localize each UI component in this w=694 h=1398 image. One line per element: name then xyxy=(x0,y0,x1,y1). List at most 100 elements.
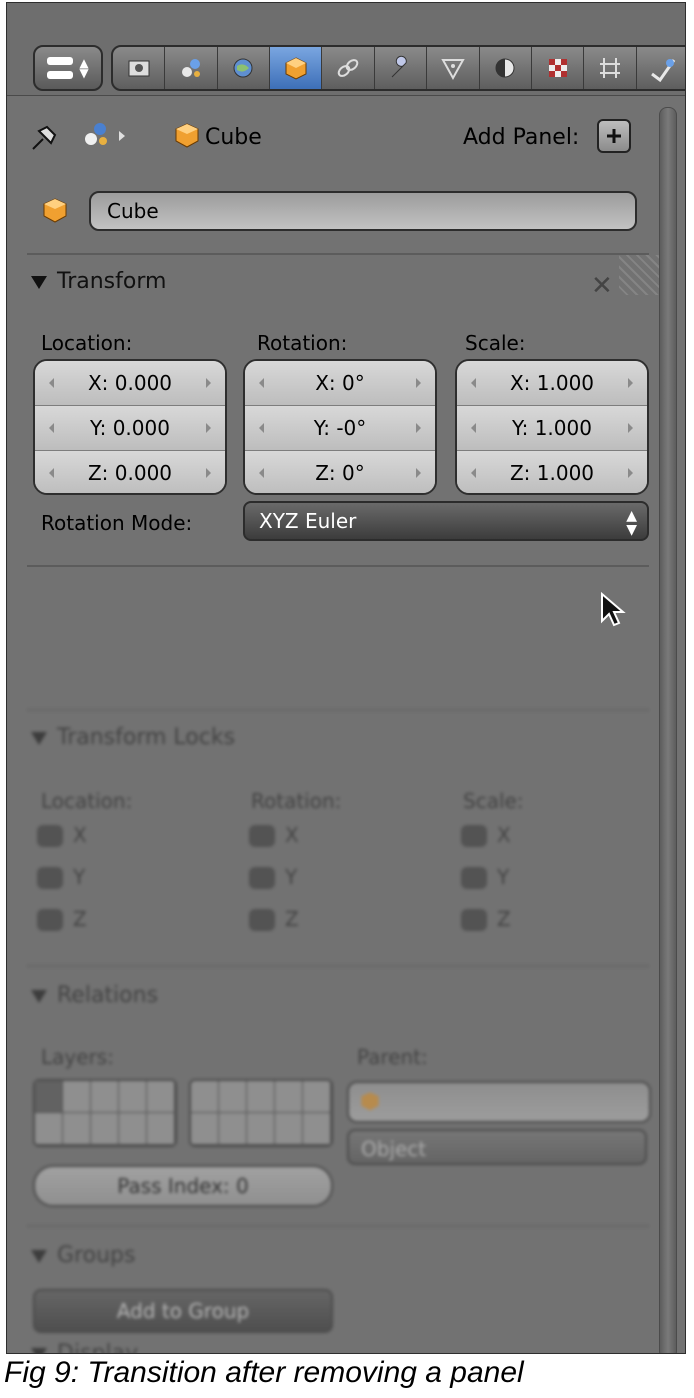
world-icon xyxy=(233,58,253,78)
relations-header[interactable]: Relations xyxy=(31,983,158,1008)
context-path: Cube Add Panel: xyxy=(7,113,649,165)
rotation-x-field[interactable]: X: 0° xyxy=(245,361,435,406)
transform-panel-header[interactable]: Transform xyxy=(31,269,166,294)
texture-icon xyxy=(548,59,567,77)
collapse-triangle-icon xyxy=(31,1249,47,1263)
collapse-triangle-icon xyxy=(31,275,47,289)
locks-scale-label: Scale: xyxy=(463,789,524,813)
lock-scale-x[interactable] xyxy=(461,825,487,847)
material-icon xyxy=(495,58,515,78)
axis-label: X xyxy=(285,823,299,847)
particles-icon xyxy=(599,58,620,78)
lock-scale-z[interactable] xyxy=(461,909,487,931)
tab-scene[interactable] xyxy=(165,47,218,89)
panel-divider xyxy=(27,709,649,711)
transform-locks-header[interactable]: Transform Locks xyxy=(31,725,235,750)
groups-title: Groups xyxy=(57,1243,136,1268)
figure-caption: Fig 9: Transition after removing a panel xyxy=(4,1356,524,1389)
cube-icon xyxy=(175,123,199,148)
location-z-field[interactable]: Z: 0.000 xyxy=(35,451,225,493)
object-cube-icon xyxy=(43,198,67,223)
location-fields: X: 0.000 Y: 0.000 Z: 0.000 xyxy=(33,359,227,495)
lock-scale-y[interactable] xyxy=(461,867,487,889)
axis-label: Z xyxy=(497,907,511,931)
rotation-z-field[interactable]: Z: 0° xyxy=(245,451,435,493)
collapse-triangle-icon xyxy=(31,731,47,745)
location-label: Location: xyxy=(41,331,133,355)
scale-z-field[interactable]: Z: 1.000 xyxy=(457,451,647,493)
layers-label: Layers: xyxy=(41,1045,114,1069)
tab-render[interactable] xyxy=(113,47,166,89)
mesh-data-icon xyxy=(441,59,465,81)
rotation-mode-select[interactable]: XYZ Euler ▲ ▼ xyxy=(243,501,649,541)
object-icon xyxy=(285,57,307,80)
add-to-group-button[interactable]: Add to Group xyxy=(33,1289,333,1333)
display-header[interactable]: Display xyxy=(31,1341,139,1354)
scale-fields: X: 1.000 Y: 1.000 Z: 1.000 xyxy=(455,359,649,495)
add-panel-button[interactable] xyxy=(597,119,631,153)
close-panel-icon[interactable]: ✕ xyxy=(591,271,613,301)
constraints-icon xyxy=(337,59,359,77)
pass-index-field[interactable]: Pass Index: 0 xyxy=(33,1165,333,1207)
tab-data[interactable] xyxy=(427,47,480,89)
location-x-field[interactable]: X: 0.000 xyxy=(35,361,225,406)
object-name-input[interactable]: Cube xyxy=(89,191,637,231)
rotation-mode-label: Rotation Mode: xyxy=(41,511,193,535)
parent-label: Parent: xyxy=(357,1045,428,1069)
collapse-triangle-icon xyxy=(31,989,47,1003)
breadcrumb-arrow-icon xyxy=(119,131,125,141)
scene-icon xyxy=(182,59,201,77)
context-tabs xyxy=(111,45,685,91)
editor-type-icon xyxy=(47,57,74,79)
tab-modifiers[interactable] xyxy=(375,47,428,89)
breadcrumb-object: Cube xyxy=(205,125,262,150)
lock-rotation-z[interactable] xyxy=(249,909,275,931)
axis-label: Z xyxy=(285,907,299,931)
wrench-icon xyxy=(392,55,408,78)
axis-label: Y xyxy=(73,865,86,889)
axis-label: X xyxy=(73,823,87,847)
display-title: Display xyxy=(57,1341,139,1354)
tab-material[interactable] xyxy=(480,47,532,89)
parent-input[interactable] xyxy=(347,1081,651,1123)
panel-divider xyxy=(27,965,649,967)
location-y-field[interactable]: Y: 0.000 xyxy=(35,406,225,451)
scale-x-field[interactable]: X: 1.000 xyxy=(457,361,647,406)
rotation-y-field[interactable]: Y: -0° xyxy=(245,406,435,451)
layers-grid-1[interactable] xyxy=(33,1079,177,1147)
parent-type-select[interactable]: Object xyxy=(347,1129,647,1165)
axis-label: Y xyxy=(285,865,298,889)
mouse-cursor-icon xyxy=(601,591,626,627)
tab-object[interactable] xyxy=(270,47,323,89)
render-icon xyxy=(128,60,150,77)
lock-location-x[interactable] xyxy=(37,825,63,847)
tab-world[interactable] xyxy=(218,47,271,89)
pin-icon[interactable] xyxy=(29,121,63,151)
tab-constraints[interactable] xyxy=(322,47,375,89)
groups-header[interactable]: Groups xyxy=(31,1243,135,1268)
editor-type-button[interactable]: ▲ ▼ xyxy=(33,45,103,91)
scale-label: Scale: xyxy=(465,331,526,355)
rotation-mode-value: XYZ Euler xyxy=(259,509,357,533)
tab-physics[interactable] xyxy=(637,47,685,89)
panel-grip-icon[interactable] xyxy=(619,255,659,295)
parent-type-value: Object xyxy=(361,1137,427,1161)
lock-rotation-x[interactable] xyxy=(249,825,275,847)
scale-y-field[interactable]: Y: 1.000 xyxy=(457,406,647,451)
layers-grid-2[interactable] xyxy=(189,1079,333,1147)
axis-label: X xyxy=(497,823,511,847)
rotation-label: Rotation: xyxy=(257,331,348,355)
scrollbar[interactable] xyxy=(659,107,677,1353)
properties-header: ▲ ▼ xyxy=(7,3,685,96)
tab-particles[interactable] xyxy=(584,47,637,89)
tab-texture[interactable] xyxy=(532,47,585,89)
rotation-fields: X: 0° Y: -0° Z: 0° xyxy=(243,359,437,495)
axis-label: Y xyxy=(497,865,510,889)
plus-icon xyxy=(607,129,621,143)
lock-rotation-y[interactable] xyxy=(249,867,275,889)
cube-icon xyxy=(361,1092,379,1111)
panel-divider xyxy=(27,565,649,567)
physics-icon xyxy=(651,59,676,82)
lock-location-z[interactable] xyxy=(37,909,63,931)
lock-location-y[interactable] xyxy=(37,867,63,889)
